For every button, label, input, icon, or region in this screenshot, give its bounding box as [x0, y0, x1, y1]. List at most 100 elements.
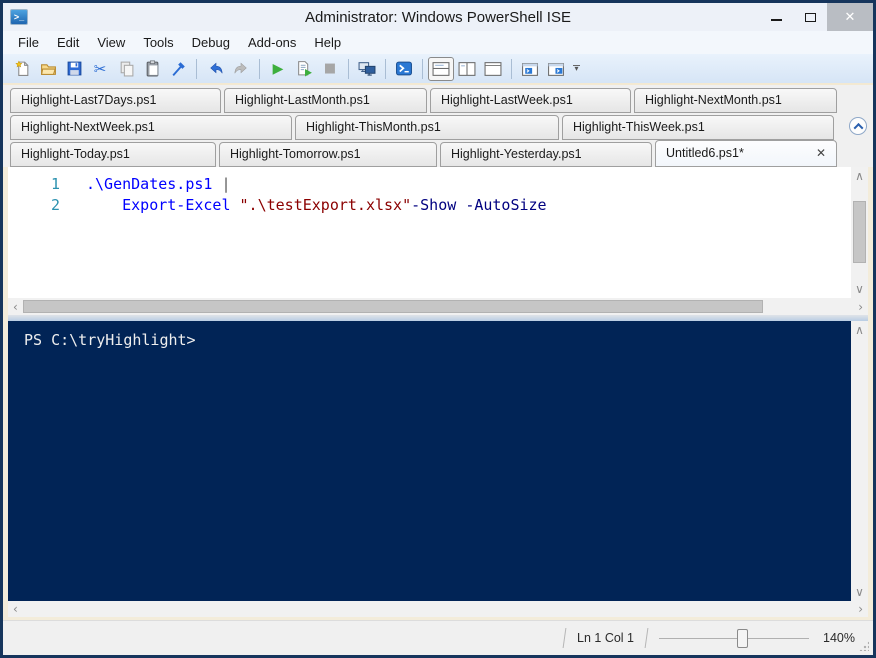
redo-button[interactable]: [228, 57, 254, 81]
menu-bar: File Edit View Tools Debug Add-ons Help: [3, 31, 873, 54]
run-script-button[interactable]: ▶: [265, 57, 291, 81]
paste-button[interactable]: [139, 57, 165, 81]
stop-square-icon: ■: [323, 61, 337, 76]
close-icon: ✕: [844, 9, 856, 24]
console-vertical-scrollbar[interactable]: ∧ ∨: [851, 321, 868, 601]
menu-tools[interactable]: Tools: [134, 33, 182, 52]
active-tab-label: Untitled6.ps1*: [666, 146, 744, 160]
new-script-button[interactable]: [9, 57, 35, 81]
cut-button[interactable]: ✂: [87, 57, 113, 81]
editor-hscroll-thumb[interactable]: [22, 300, 763, 313]
scroll-down-icon[interactable]: ∨: [855, 583, 864, 601]
status-divider: [562, 628, 567, 648]
undo-icon: [209, 62, 222, 74]
tab-highlight-nextmonth[interactable]: Highlight-NextMonth.ps1: [634, 88, 837, 113]
show-script-pane-maximized-button[interactable]: [480, 57, 506, 81]
scroll-right-icon[interactable]: ›: [853, 603, 868, 615]
tab-highlight-thisweek[interactable]: Highlight-ThisWeek.ps1: [562, 115, 834, 140]
tab-highlight-yesterday[interactable]: Highlight-Yesterday.ps1: [440, 142, 652, 167]
zoom-slider-thumb[interactable]: [737, 628, 749, 648]
copy-button[interactable]: [113, 57, 139, 81]
new-script-icon: [14, 60, 28, 76]
resize-grip[interactable]: [859, 641, 869, 651]
scroll-up-icon[interactable]: ∧: [855, 167, 864, 185]
scroll-up-icon[interactable]: ∧: [855, 321, 864, 339]
maximize-button[interactable]: [793, 3, 827, 31]
menu-file[interactable]: File: [9, 33, 48, 52]
status-bar: Ln 1 Col 1 140%: [3, 620, 873, 655]
toolbar-separator: [422, 58, 423, 79]
powershell-tab-icon: [522, 62, 538, 76]
line-col-indicator: Ln 1 Col 1: [577, 631, 635, 645]
editor-vertical-scrollbar[interactable]: ∧ ∨: [851, 167, 868, 298]
scroll-down-icon[interactable]: ∨: [855, 280, 864, 298]
toolbar-separator: [348, 58, 349, 79]
scroll-left-icon[interactable]: ‹: [8, 603, 23, 615]
zoom-slider[interactable]: [659, 628, 810, 648]
powershell-ise-window: >_ Administrator: Windows PowerShell ISE…: [0, 0, 876, 658]
new-powershell-tab-button[interactable]: [517, 57, 543, 81]
script-tabs: Highlight-Last7Days.ps1 Highlight-LastMo…: [3, 85, 873, 167]
code-content: .\GenDates.ps1 |: [86, 175, 231, 193]
menu-debug[interactable]: Debug: [183, 33, 239, 52]
script-pane-right-icon: [458, 61, 476, 76]
console-prompt: PS C:\tryHighlight>: [24, 331, 196, 349]
new-remote-powershell-tab-button[interactable]: [354, 57, 380, 81]
editor-horizontal-scrollbar[interactable]: ‹ ›: [8, 298, 868, 315]
menu-view[interactable]: View: [88, 33, 134, 52]
scroll-left-icon[interactable]: ‹: [8, 301, 23, 313]
overflow-arrow-icon: ▾: [574, 63, 579, 73]
tab-highlight-last7days[interactable]: Highlight-Last7Days.ps1: [10, 88, 221, 113]
minimize-button[interactable]: [759, 3, 793, 31]
zoom-percentage: 140%: [823, 631, 855, 645]
tab-close-icon[interactable]: ✕: [816, 142, 826, 165]
show-script-pane-right-button[interactable]: [454, 57, 480, 81]
run-play-icon: ▶: [272, 60, 284, 77]
editor-vscroll-thumb[interactable]: [853, 201, 866, 263]
window-controls: ✕: [759, 3, 873, 31]
console-horizontal-scrollbar[interactable]: ‹ ›: [8, 601, 868, 617]
tab-row-3: Highlight-Today.ps1 Highlight-Tomorrow.p…: [3, 140, 873, 167]
menu-edit[interactable]: Edit: [48, 33, 88, 52]
menu-help[interactable]: Help: [305, 33, 350, 52]
show-command-window-button[interactable]: [543, 57, 569, 81]
open-folder-icon: [40, 64, 56, 75]
chevron-up-icon: [853, 122, 863, 133]
script-editor[interactable]: 1 .\GenDates.ps1 | 2 Export-Excel ".\test…: [8, 167, 851, 298]
stop-operation-button[interactable]: ■: [317, 57, 343, 81]
toolbar-overflow-button[interactable]: ▾: [573, 63, 580, 73]
tab-highlight-tomorrow[interactable]: Highlight-Tomorrow.ps1: [219, 142, 437, 167]
console-output[interactable]: PS C:\tryHighlight>: [8, 321, 851, 601]
start-powershell-button[interactable]: [391, 57, 417, 81]
toolbar-separator: [385, 58, 386, 79]
menu-addons[interactable]: Add-ons: [239, 33, 305, 52]
tab-highlight-nextweek[interactable]: Highlight-NextWeek.ps1: [10, 115, 292, 140]
tab-highlight-today[interactable]: Highlight-Today.ps1: [10, 142, 216, 167]
cut-scissors-icon: ✂: [93, 59, 107, 78]
panes-container: 1 .\GenDates.ps1 | 2 Export-Excel ".\test…: [3, 167, 873, 620]
run-selection-button[interactable]: [291, 57, 317, 81]
script-pane: 1 .\GenDates.ps1 | 2 Export-Excel ".\test…: [8, 167, 868, 298]
line-number: 2: [50, 196, 60, 214]
tab-highlight-lastweek[interactable]: Highlight-LastWeek.ps1: [430, 88, 631, 113]
tab-row-1: Highlight-Last7Days.ps1 Highlight-LastMo…: [3, 86, 873, 113]
script-pane-top-icon: [432, 61, 450, 76]
clear-console-pane-button[interactable]: [165, 57, 191, 81]
save-script-button[interactable]: [61, 57, 87, 81]
clear-console-icon: [171, 62, 185, 77]
collapse-tabs-button[interactable]: [849, 117, 867, 135]
save-floppy-icon: [67, 61, 81, 76]
redo-icon: [234, 62, 247, 74]
tab-highlight-thismonth[interactable]: Highlight-ThisMonth.ps1: [295, 115, 559, 140]
scroll-right-icon[interactable]: ›: [853, 301, 868, 313]
tab-untitled6-active[interactable]: Untitled6.ps1* ✕: [655, 140, 837, 167]
tab-row-2: Highlight-NextWeek.ps1 Highlight-ThisMon…: [3, 113, 873, 140]
tab-highlight-lastmonth[interactable]: Highlight-LastMonth.ps1: [224, 88, 427, 113]
undo-button[interactable]: [202, 57, 228, 81]
remote-computers-icon: [358, 62, 376, 76]
window-title: Administrator: Windows PowerShell ISE: [305, 8, 571, 26]
close-button[interactable]: ✕: [827, 3, 873, 31]
show-script-pane-top-button[interactable]: [428, 56, 454, 81]
open-script-button[interactable]: [35, 57, 61, 81]
toolbar-separator: [259, 58, 260, 79]
